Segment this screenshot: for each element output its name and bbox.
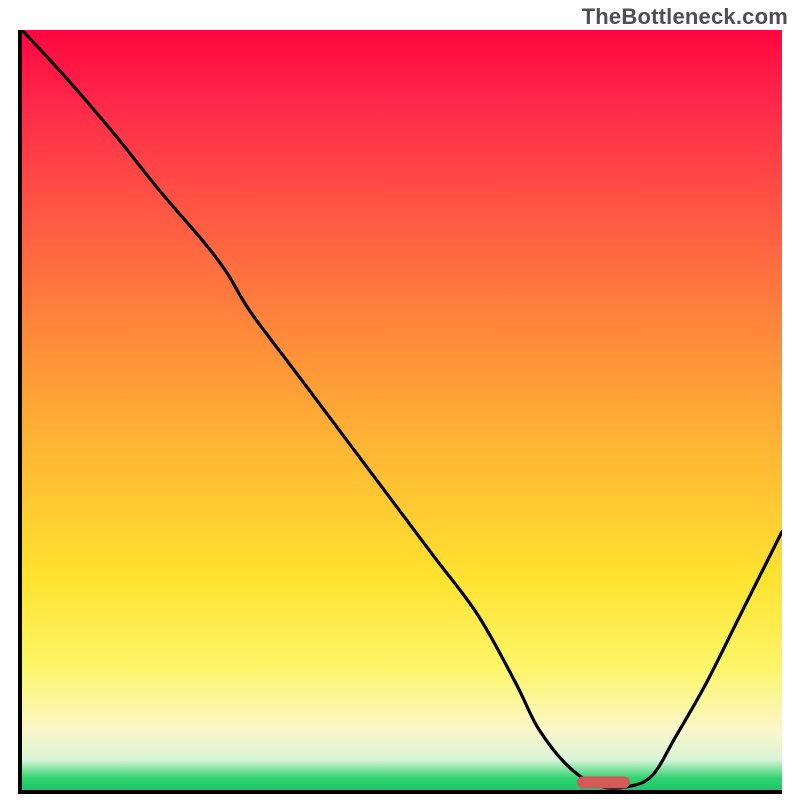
watermark-text: TheBottleneck.com xyxy=(582,4,788,30)
optimal-marker-pill xyxy=(577,776,630,788)
bottleneck-curve xyxy=(22,30,782,790)
chart-area xyxy=(18,30,782,794)
curve-line xyxy=(22,30,782,788)
